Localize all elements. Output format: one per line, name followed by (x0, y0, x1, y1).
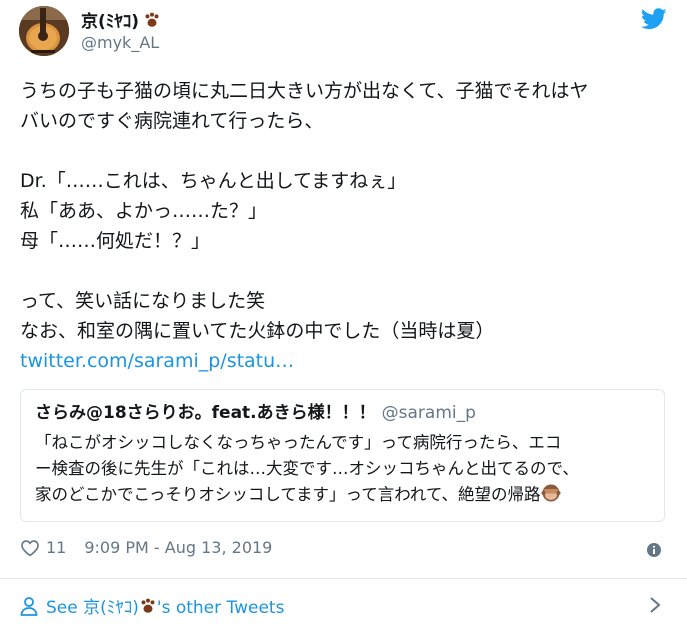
author-name[interactable]: 京(ﾐﾔｺ) (81, 7, 161, 32)
author-avatar[interactable] (19, 6, 69, 56)
tweet-line: バいのですぐ病院連れて行ったら、 (20, 110, 324, 132)
tweet-line: 私「ああ、よかっ……た？」 (20, 200, 268, 222)
see-other-tweets-link[interactable]: See 京(ﾐﾔｺ) 's other Tweets (20, 593, 284, 618)
tweet-line: Dr.「……これは、ちゃんと出してますねぇ」 (20, 170, 407, 192)
chevron-right-icon[interactable] (648, 595, 662, 615)
see-no-evil-monkey-icon (541, 484, 561, 502)
timestamp[interactable]: 9:09 PM - Aug 13, 2019 (84, 538, 272, 557)
tweet-line: うちの子も子猫の頃に丸二日大きい方が出なくて、子猫でそれはヤ (20, 80, 589, 102)
quoted-line: 「ねこがオシッコしなくなっちゃったんです」って病院行ったら、エコ (35, 433, 562, 452)
tweet-meta: 11 9:09 PM - Aug 13, 2019 (20, 538, 272, 557)
guitar-avatar-icon (19, 6, 69, 56)
author-display-name[interactable]: 京(ﾐﾔｺ) (81, 7, 139, 32)
quoted-author-name: さらみ@18さらりお。feat.あきら様！！！ (35, 403, 376, 423)
divider (0, 578, 687, 579)
paw-prints-icon (141, 598, 155, 613)
tweet-link[interactable]: twitter.com/sarami_p/statu… (20, 350, 294, 372)
tweet-body: うちの子も子猫の頃に丸二日大きい方が出なくて、子猫でそれはヤ バいのですぐ病院連… (20, 76, 670, 376)
person-icon (20, 596, 38, 616)
tweet-line: って、笑い話になりました笑 (20, 290, 266, 312)
see-suffix: 's other Tweets (156, 598, 285, 618)
quoted-line: ー検査の後に先生が「これは…大変です…オシッコちゃんと出てるので、 (35, 459, 579, 478)
info-icon[interactable] (647, 543, 661, 557)
like-count[interactable]: 11 (46, 538, 66, 557)
author-handle[interactable]: @myk_AL (81, 33, 159, 52)
tweet-line: 母「……何処だ！？」 (20, 230, 211, 252)
see-author-name: 京(ﾐﾔｺ) (83, 598, 139, 618)
heart-icon[interactable] (20, 539, 40, 557)
quoted-author-handle: @sarami_p (381, 403, 476, 423)
twitter-bird-icon[interactable] (641, 8, 667, 30)
paw-prints-icon (145, 12, 159, 27)
quoted-text: 「ねこがオシッコしなくなっちゃったんです」って病院行ったら、エコ ー検査の後に先… (35, 430, 650, 508)
quoted-line: 家のどこかでこっそりオシッコしてます」って言われて、絶望の帰路 (35, 485, 541, 504)
see-prefix: See (46, 598, 84, 618)
tweet-line: なお、和室の隅に置いてた火鉢の中でした（当時は夏） (20, 320, 495, 342)
quoted-tweet[interactable]: さらみ@18さらりお。feat.あきら様！！！ @sarami_p 「ねこがオシッ… (20, 389, 665, 522)
